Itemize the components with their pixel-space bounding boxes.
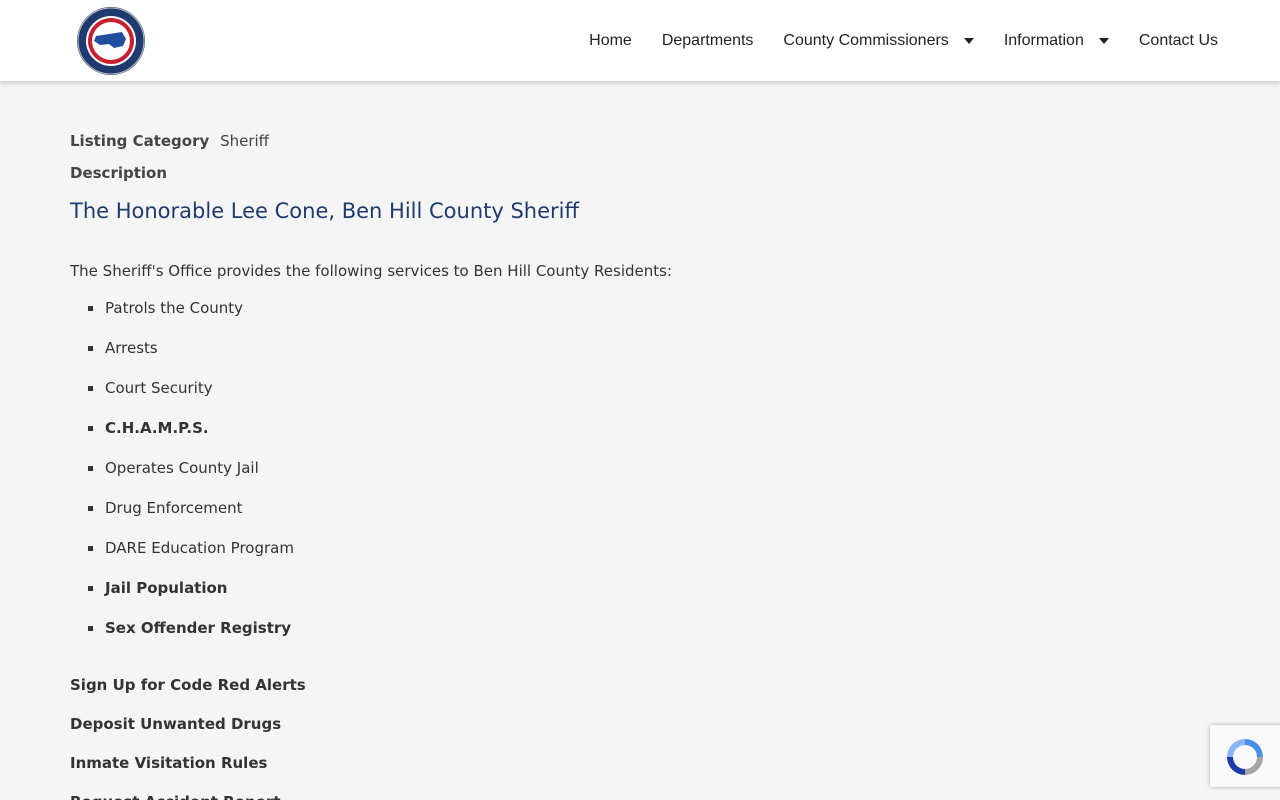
code-red-alerts-link[interactable]: Sign Up for Code Red Alerts — [70, 675, 306, 714]
recaptcha-icon — [1227, 739, 1263, 775]
listing-category-label: Listing Category — [70, 132, 210, 150]
service-jail-population-link[interactable]: Jail Population — [88, 578, 294, 618]
nav-county-commissioners-label: County Commissioners — [783, 31, 949, 49]
service-champs-link[interactable]: C.H.A.M.P.S. — [88, 418, 294, 458]
service-sex-offender-registry-link[interactable]: Sex Offender Registry — [88, 618, 294, 658]
chevron-down-icon[interactable] — [1098, 37, 1109, 44]
resource-links: Sign Up for Code Red Alerts Deposit Unwa… — [70, 675, 306, 800]
nav-contact-us-label: Contact Us — [1138, 31, 1218, 49]
main-nav: Home Departments County Commissioners In… — [589, 0, 1218, 81]
nav-home-label: Home — [589, 31, 632, 49]
listing-title: The Honorable Lee Cone, Ben Hill County … — [70, 199, 579, 223]
chevron-down-icon[interactable] — [963, 37, 974, 44]
service-county-jail: Operates County Jail — [88, 458, 294, 498]
listing-category-value: Sheriff — [220, 132, 269, 150]
nav-county-commissioners[interactable]: County Commissioners — [783, 31, 974, 50]
service-patrols: Patrols the County — [88, 298, 294, 338]
deposit-unwanted-drugs-link[interactable]: Deposit Unwanted Drugs — [70, 714, 306, 753]
county-seal-logo[interactable] — [76, 6, 146, 76]
services-intro: The Sheriff's Office provides the follow… — [70, 262, 672, 280]
nav-home[interactable]: Home — [589, 32, 632, 50]
site-header: Home Departments County Commissioners In… — [0, 0, 1280, 81]
listing-category-row: Listing Category Sheriff — [70, 132, 269, 150]
description-row: Description — [70, 164, 167, 182]
service-dare-program: DARE Education Program — [88, 538, 294, 578]
service-court-security: Court Security — [88, 378, 294, 418]
description-label: Description — [70, 164, 168, 182]
nav-departments-label: Departments — [661, 31, 754, 49]
recaptcha-badge[interactable] — [1210, 725, 1280, 787]
service-drug-enforcement: Drug Enforcement — [88, 498, 294, 538]
nav-information-label: Information — [1003, 31, 1084, 49]
service-arrests: Arrests — [88, 338, 294, 378]
nav-information[interactable]: Information — [1004, 32, 1109, 50]
nav-departments[interactable]: Departments — [662, 32, 754, 50]
accident-report-link[interactable]: Request Accident Report — [70, 792, 306, 800]
inmate-visitation-rules-link[interactable]: Inmate Visitation Rules — [70, 753, 306, 792]
services-list: Patrols the County Arrests Court Securit… — [88, 298, 294, 658]
nav-contact-us[interactable]: Contact Us — [1139, 32, 1218, 50]
